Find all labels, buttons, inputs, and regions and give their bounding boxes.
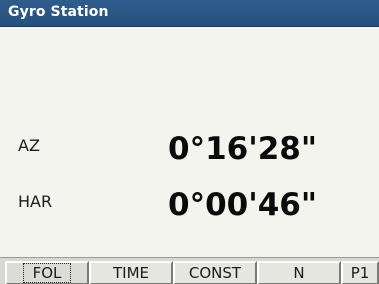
softkey-bar: FOL TIME CONST N P1 bbox=[0, 257, 379, 284]
har-label: HAR bbox=[18, 192, 53, 211]
softkey-time-label: TIME bbox=[112, 264, 149, 282]
softkey-time[interactable]: TIME bbox=[89, 261, 173, 284]
title-bar: Gyro Station bbox=[0, 0, 379, 27]
window-title: Gyro Station bbox=[8, 4, 109, 20]
softkey-fol[interactable]: FOL bbox=[5, 261, 89, 284]
az-value: 0°16'28" bbox=[168, 131, 317, 167]
az-label: AZ bbox=[18, 136, 40, 155]
softkey-page-label: P1 bbox=[350, 264, 370, 282]
softkey-n-label: N bbox=[293, 264, 305, 282]
har-value: 0°00'46" bbox=[168, 187, 317, 223]
softkey-const-label: CONST bbox=[188, 264, 242, 282]
gyro-station-screen: Gyro Station AZ 0°16'28" HAR 0°00'46" FO… bbox=[0, 0, 379, 284]
softkey-fol-label: FOL bbox=[22, 263, 72, 283]
softkey-n[interactable]: N bbox=[257, 261, 341, 284]
softkey-const[interactable]: CONST bbox=[173, 261, 257, 284]
softkey-page[interactable]: P1 bbox=[341, 261, 379, 284]
